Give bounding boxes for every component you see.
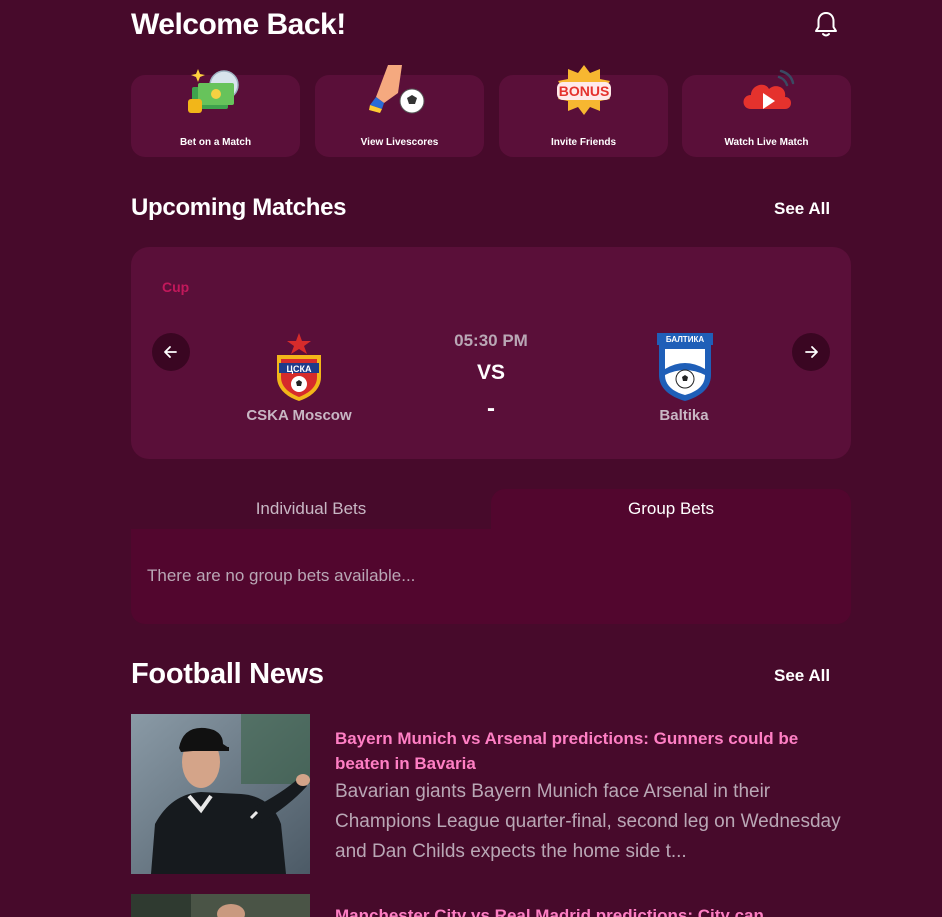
home-screen: Welcome Back! Bet on a Match View Livesc… [0, 0, 942, 917]
money-bet-icon [184, 63, 248, 119]
watch-live-match-button[interactable]: Watch Live Match [682, 69, 851, 157]
tab-individual-bets[interactable]: Individual Bets [131, 489, 491, 529]
bet-on-match-button[interactable]: Bet on a Match [131, 69, 300, 157]
match-time: 05:30 PM [454, 331, 528, 350]
news-title[interactable]: Manchester City vs Real Madrid predictio… [335, 903, 840, 917]
arrow-right-icon [805, 346, 818, 358]
invite-friends-button[interactable]: BONUS Invite Friends [499, 65, 668, 157]
action-label: Watch Live Match [724, 137, 809, 148]
football-news-title: Football News [131, 658, 324, 690]
view-livescores-button[interactable]: View Livescores [315, 65, 484, 157]
live-stream-cloud-icon [735, 63, 799, 119]
baltika-logo: БАЛТИКА [655, 331, 713, 403]
action-label: Invite Friends [550, 137, 616, 148]
news-item[interactable]: Bayern Munich vs Arsenal predictions: Gu… [131, 714, 851, 874]
upcoming-see-all-link[interactable]: See All [774, 199, 830, 219]
kick-ball-icon [368, 63, 432, 119]
match-card[interactable]: Cup ЦСКА CSKA Moscow 05:30 PM VS - БАЛТИ… [131, 247, 851, 459]
news-description: Bavarian giants Bayern Munich face Arsen… [335, 781, 841, 862]
bonus-badge-icon: BONUS [552, 63, 616, 119]
news-title[interactable]: Bayern Munich vs Arsenal predictions: Gu… [335, 726, 840, 776]
next-match-button[interactable] [792, 333, 830, 371]
svg-text:БАЛТИКА: БАЛТИКА [666, 335, 704, 344]
vs-label: VS [476, 361, 505, 384]
news-thumbnail [131, 714, 310, 874]
action-label: Bet on a Match [179, 137, 252, 148]
svg-text:ЦСКА: ЦСКА [286, 364, 312, 374]
tab-group-bets[interactable]: Group Bets [491, 489, 851, 529]
news-see-all-link[interactable]: See All [774, 666, 830, 686]
prev-match-button[interactable] [152, 333, 190, 371]
bell-icon[interactable] [811, 10, 841, 40]
group-bets-panel: There are no group bets available... [131, 529, 851, 624]
arrow-left-icon [164, 346, 177, 358]
news-thumbnail [131, 894, 310, 917]
away-team-name: Baltika [659, 407, 709, 424]
empty-bets-message: There are no group bets available... [147, 566, 416, 585]
page-title: Welcome Back! [131, 8, 346, 41]
action-label: View Livescores [360, 137, 439, 148]
news-item[interactable]: Manchester City vs Real Madrid predictio… [131, 894, 851, 917]
home-team-name: CSKA Moscow [246, 407, 352, 424]
upcoming-matches-title: Upcoming Matches [131, 194, 347, 221]
svg-text:BONUS: BONUS [558, 83, 609, 99]
competition-label: Cup [162, 279, 190, 295]
cska-moscow-logo: ЦСКА [271, 331, 327, 403]
bets-tabs: Individual Bets Group Bets There are no … [131, 489, 851, 624]
match-score: - [487, 395, 495, 422]
quick-actions: Bet on a Match View Livescores BONUS Inv… [131, 65, 851, 157]
